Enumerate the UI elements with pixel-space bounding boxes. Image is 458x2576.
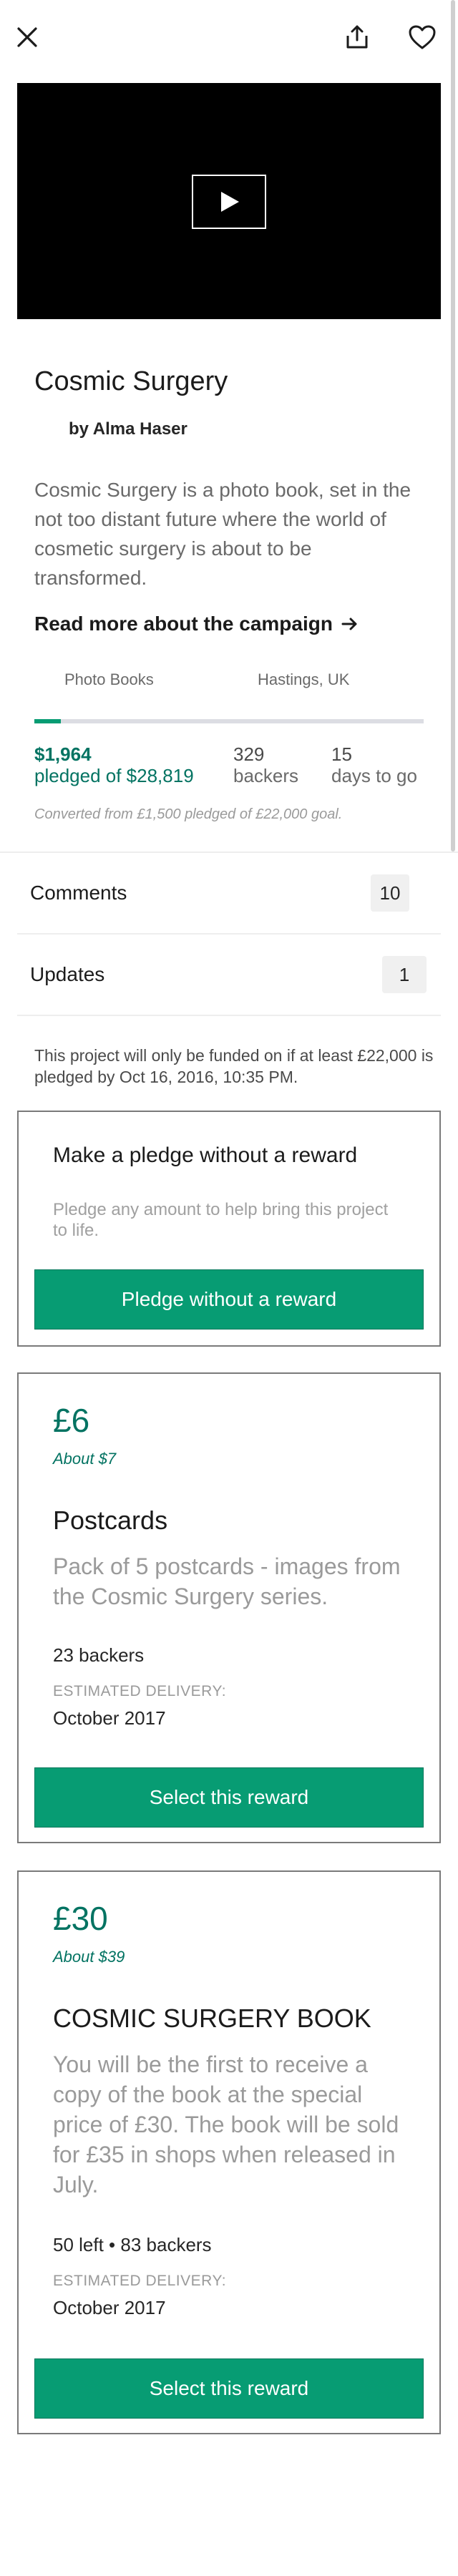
reward-description: Pack of 5 postcards - images from the Co…	[53, 1553, 401, 1609]
updates-label: Updates	[30, 963, 105, 985]
estimated-delivery-label: ESTIMATED DELIVERY:	[53, 1683, 227, 1699]
reward-title: Postcards	[53, 1506, 168, 1535]
no-reward-subtitle: Pledge any amount to help bring this pro…	[53, 1200, 389, 1240]
reward-card: £30 About $39 COSMIC SURGERY BOOK You wi…	[17, 1870, 441, 2434]
reward-backers: 23 backers	[53, 1644, 145, 1666]
read-more-link[interactable]: Read more about the campaign	[34, 613, 359, 635]
arrow-right-icon	[341, 618, 357, 630]
share-button[interactable]	[341, 21, 373, 53]
reward-title: COSMIC SURGERY BOOK	[53, 2004, 371, 2033]
no-reward-card: Make a pledge without a reward Pledge an…	[17, 1111, 441, 1347]
pledged-amount: $1,964	[34, 743, 92, 765]
comments-label: Comments	[30, 882, 127, 904]
comments-count-badge: 10	[371, 874, 409, 912]
funding-deadline-note: This project will only be funded on if a…	[34, 1046, 434, 1086]
divider	[17, 933, 441, 935]
close-button[interactable]	[11, 21, 43, 53]
backers-label: backers	[233, 765, 299, 786]
play-button[interactable]	[192, 175, 266, 229]
pledged-goal: pledged of $28,819	[34, 765, 194, 786]
close-icon	[17, 27, 37, 47]
days-count: 15	[331, 743, 352, 765]
project-blurb: Cosmic Surgery is a photo book, set in t…	[34, 479, 411, 589]
estimated-delivery-date: October 2017	[53, 2297, 166, 2318]
reward-price: £6	[53, 1402, 90, 1439]
project-category[interactable]: Photo Books	[64, 670, 154, 689]
select-reward-button[interactable]: Select this reward	[34, 2358, 424, 2419]
heart-icon	[409, 25, 436, 49]
reward-backers: 50 left • 83 backers	[53, 2234, 212, 2255]
scrollbar[interactable]	[451, 0, 455, 852]
play-icon	[221, 192, 239, 212]
updates-count-badge: 1	[382, 956, 427, 993]
reward-price-converted: About $7	[53, 1450, 117, 1468]
creator-name[interactable]: by Alma Haser	[69, 419, 187, 439]
estimated-delivery-label: ESTIMATED DELIVERY:	[53, 2273, 227, 2289]
reward-card: £6 About $7 Postcards Pack of 5 postcard…	[17, 1372, 441, 1843]
no-reward-title: Make a pledge without a reward	[53, 1143, 358, 1167]
reward-price-converted: About $39	[53, 1948, 125, 1966]
reward-description: You will be the first to receive a copy …	[53, 2051, 399, 2197]
divider	[0, 852, 458, 853]
pledge-without-reward-button[interactable]: Pledge without a reward	[34, 1269, 424, 1330]
divider	[17, 1015, 441, 1016]
top-bar	[0, 0, 458, 79]
backers-count: 329	[233, 743, 265, 765]
funding-progress-fill	[34, 719, 61, 723]
funding-progress-bar	[34, 719, 424, 723]
select-reward-button[interactable]: Select this reward	[34, 1767, 424, 1828]
project-video[interactable]	[17, 83, 441, 319]
days-label: days to go	[331, 765, 417, 786]
read-more-label: Read more about the campaign	[34, 613, 333, 635]
estimated-delivery-date: October 2017	[53, 1707, 166, 1729]
project-location[interactable]: Hastings, UK	[258, 670, 349, 689]
currency-conversion-note: Converted from £1,500 pledged of £22,000…	[34, 806, 343, 822]
project-title: Cosmic Surgery	[34, 366, 228, 396]
share-icon	[346, 25, 368, 49]
favorite-button[interactable]	[406, 21, 438, 53]
reward-price: £30	[53, 1900, 108, 1937]
